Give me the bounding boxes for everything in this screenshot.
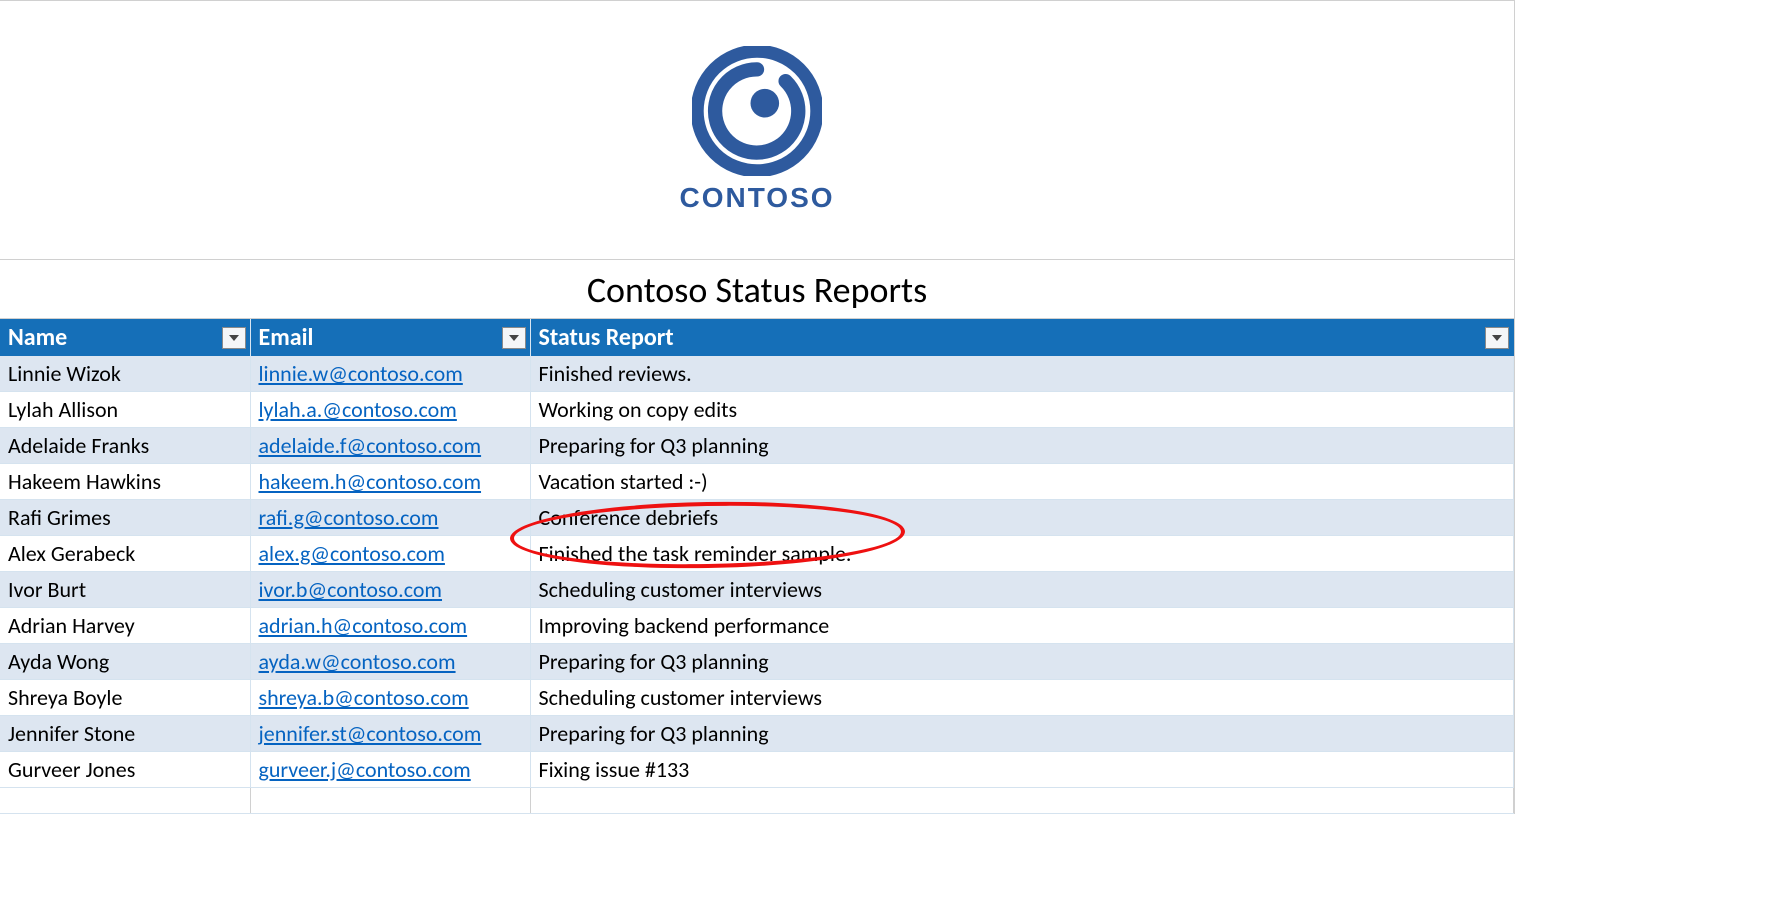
cell-name[interactable]: Alex Gerabeck — [0, 536, 250, 572]
empty-cell[interactable] — [530, 788, 1514, 814]
chevron-down-icon — [509, 335, 519, 341]
filter-button-email[interactable] — [502, 327, 526, 349]
cell-name[interactable]: Ivor Burt — [0, 572, 250, 608]
table-body: Linnie Wizok linnie.w@contoso.com Finish… — [0, 356, 1514, 814]
contoso-logo-icon — [692, 46, 822, 176]
cell-status[interactable]: Finished reviews. — [530, 356, 1514, 392]
cell-email[interactable]: gurveer.j@contoso.com — [250, 752, 530, 788]
cell-name[interactable]: Rafi Grimes — [0, 500, 250, 536]
cell-name[interactable]: Gurveer Jones — [0, 752, 250, 788]
chevron-down-icon — [1492, 335, 1502, 341]
cell-name[interactable]: Lylah Allison — [0, 392, 250, 428]
cell-email[interactable]: ayda.w@contoso.com — [250, 644, 530, 680]
column-header-status[interactable]: Status Report — [530, 319, 1514, 356]
cell-email[interactable]: alex.g@contoso.com — [250, 536, 530, 572]
cell-name[interactable]: Adrian Harvey — [0, 608, 250, 644]
email-link[interactable]: lylah.a.@contoso.com — [259, 396, 457, 423]
email-link[interactable]: adelaide.f@contoso.com — [259, 432, 482, 459]
table-row[interactable]: Lylah Allison lylah.a.@contoso.com Worki… — [0, 392, 1514, 428]
cell-status[interactable]: Scheduling customer interviews — [530, 572, 1514, 608]
column-header-email-label: Email — [259, 323, 314, 352]
cell-email[interactable]: ivor.b@contoso.com — [250, 572, 530, 608]
cell-status[interactable]: Vacation started :-) — [530, 464, 1514, 500]
email-link[interactable]: adrian.h@contoso.com — [259, 612, 468, 639]
cell-email[interactable]: rafi.g@contoso.com — [250, 500, 530, 536]
cell-status[interactable]: Working on copy edits — [530, 392, 1514, 428]
empty-cell[interactable] — [250, 788, 530, 814]
column-header-name[interactable]: Name — [0, 319, 250, 356]
email-link[interactable]: linnie.w@contoso.com — [259, 360, 463, 387]
table-row[interactable]: Shreya Boyle shreya.b@contoso.com Schedu… — [0, 680, 1514, 716]
cell-name[interactable]: Ayda Wong — [0, 644, 250, 680]
table-row[interactable]: Linnie Wizok linnie.w@contoso.com Finish… — [0, 356, 1514, 392]
email-link[interactable]: alex.g@contoso.com — [259, 540, 445, 567]
cell-status[interactable]: Scheduling customer interviews — [530, 680, 1514, 716]
table-header-row: Name Email Status Report — [0, 319, 1514, 356]
filter-button-status[interactable] — [1485, 327, 1509, 349]
cell-email[interactable]: hakeem.h@contoso.com — [250, 464, 530, 500]
table-row[interactable]: Jennifer Stone jennifer.st@contoso.com P… — [0, 716, 1514, 752]
cell-name[interactable]: Shreya Boyle — [0, 680, 250, 716]
email-link[interactable]: ivor.b@contoso.com — [259, 576, 443, 603]
brand-logo: CONTOSO — [679, 46, 834, 214]
email-link[interactable]: gurveer.j@contoso.com — [259, 756, 471, 783]
cell-status[interactable]: Preparing for Q3 planning — [530, 716, 1514, 752]
table-row[interactable]: Alex Gerabeck alex.g@contoso.com Finishe… — [0, 536, 1514, 572]
logo-area: CONTOSO — [0, 0, 1514, 260]
table-row[interactable]: Adelaide Franks adelaide.f@contoso.com P… — [0, 428, 1514, 464]
cell-status[interactable]: Fixing issue #133 — [530, 752, 1514, 788]
cell-name[interactable]: Adelaide Franks — [0, 428, 250, 464]
column-header-name-label: Name — [8, 323, 67, 352]
brand-name: CONTOSO — [679, 182, 834, 214]
page-title: Contoso Status Reports — [0, 260, 1514, 319]
email-link[interactable]: rafi.g@contoso.com — [259, 504, 439, 531]
cell-status[interactable]: Improving backend performance — [530, 608, 1514, 644]
cell-status[interactable]: Finished the task reminder sample. — [530, 536, 1514, 572]
cell-email[interactable]: lylah.a.@contoso.com — [250, 392, 530, 428]
filter-button-name[interactable] — [222, 327, 246, 349]
chevron-down-icon — [229, 335, 239, 341]
empty-row[interactable] — [0, 788, 1514, 814]
column-header-status-label: Status Report — [539, 323, 674, 352]
table-row[interactable]: Gurveer Jones gurveer.j@contoso.com Fixi… — [0, 752, 1514, 788]
cell-email[interactable]: linnie.w@contoso.com — [250, 356, 530, 392]
table-row[interactable]: Ayda Wong ayda.w@contoso.com Preparing f… — [0, 644, 1514, 680]
cell-status[interactable]: Conference debriefs — [530, 500, 1514, 536]
cell-status[interactable]: Preparing for Q3 planning — [530, 644, 1514, 680]
cell-name[interactable]: Linnie Wizok — [0, 356, 250, 392]
status-table: Name Email Status Report — [0, 319, 1514, 814]
cell-email[interactable]: shreya.b@contoso.com — [250, 680, 530, 716]
empty-cell[interactable] — [0, 788, 250, 814]
cell-email[interactable]: adrian.h@contoso.com — [250, 608, 530, 644]
table-row[interactable]: Adrian Harvey adrian.h@contoso.com Impro… — [0, 608, 1514, 644]
cell-email[interactable]: adelaide.f@contoso.com — [250, 428, 530, 464]
column-header-email[interactable]: Email — [250, 319, 530, 356]
cell-status[interactable]: Preparing for Q3 planning — [530, 428, 1514, 464]
table-row[interactable]: Ivor Burt ivor.b@contoso.com Scheduling … — [0, 572, 1514, 608]
email-link[interactable]: ayda.w@contoso.com — [259, 648, 456, 675]
spreadsheet-canvas: CONTOSO Contoso Status Reports Name Emai… — [0, 0, 1515, 814]
email-link[interactable]: shreya.b@contoso.com — [259, 684, 469, 711]
table-row[interactable]: Hakeem Hawkins hakeem.h@contoso.com Vaca… — [0, 464, 1514, 500]
cell-name[interactable]: Hakeem Hawkins — [0, 464, 250, 500]
email-link[interactable]: jennifer.st@contoso.com — [259, 720, 482, 747]
cell-email[interactable]: jennifer.st@contoso.com — [250, 716, 530, 752]
cell-name[interactable]: Jennifer Stone — [0, 716, 250, 752]
table-row[interactable]: Rafi Grimes rafi.g@contoso.com Conferenc… — [0, 500, 1514, 536]
email-link[interactable]: hakeem.h@contoso.com — [259, 468, 482, 495]
